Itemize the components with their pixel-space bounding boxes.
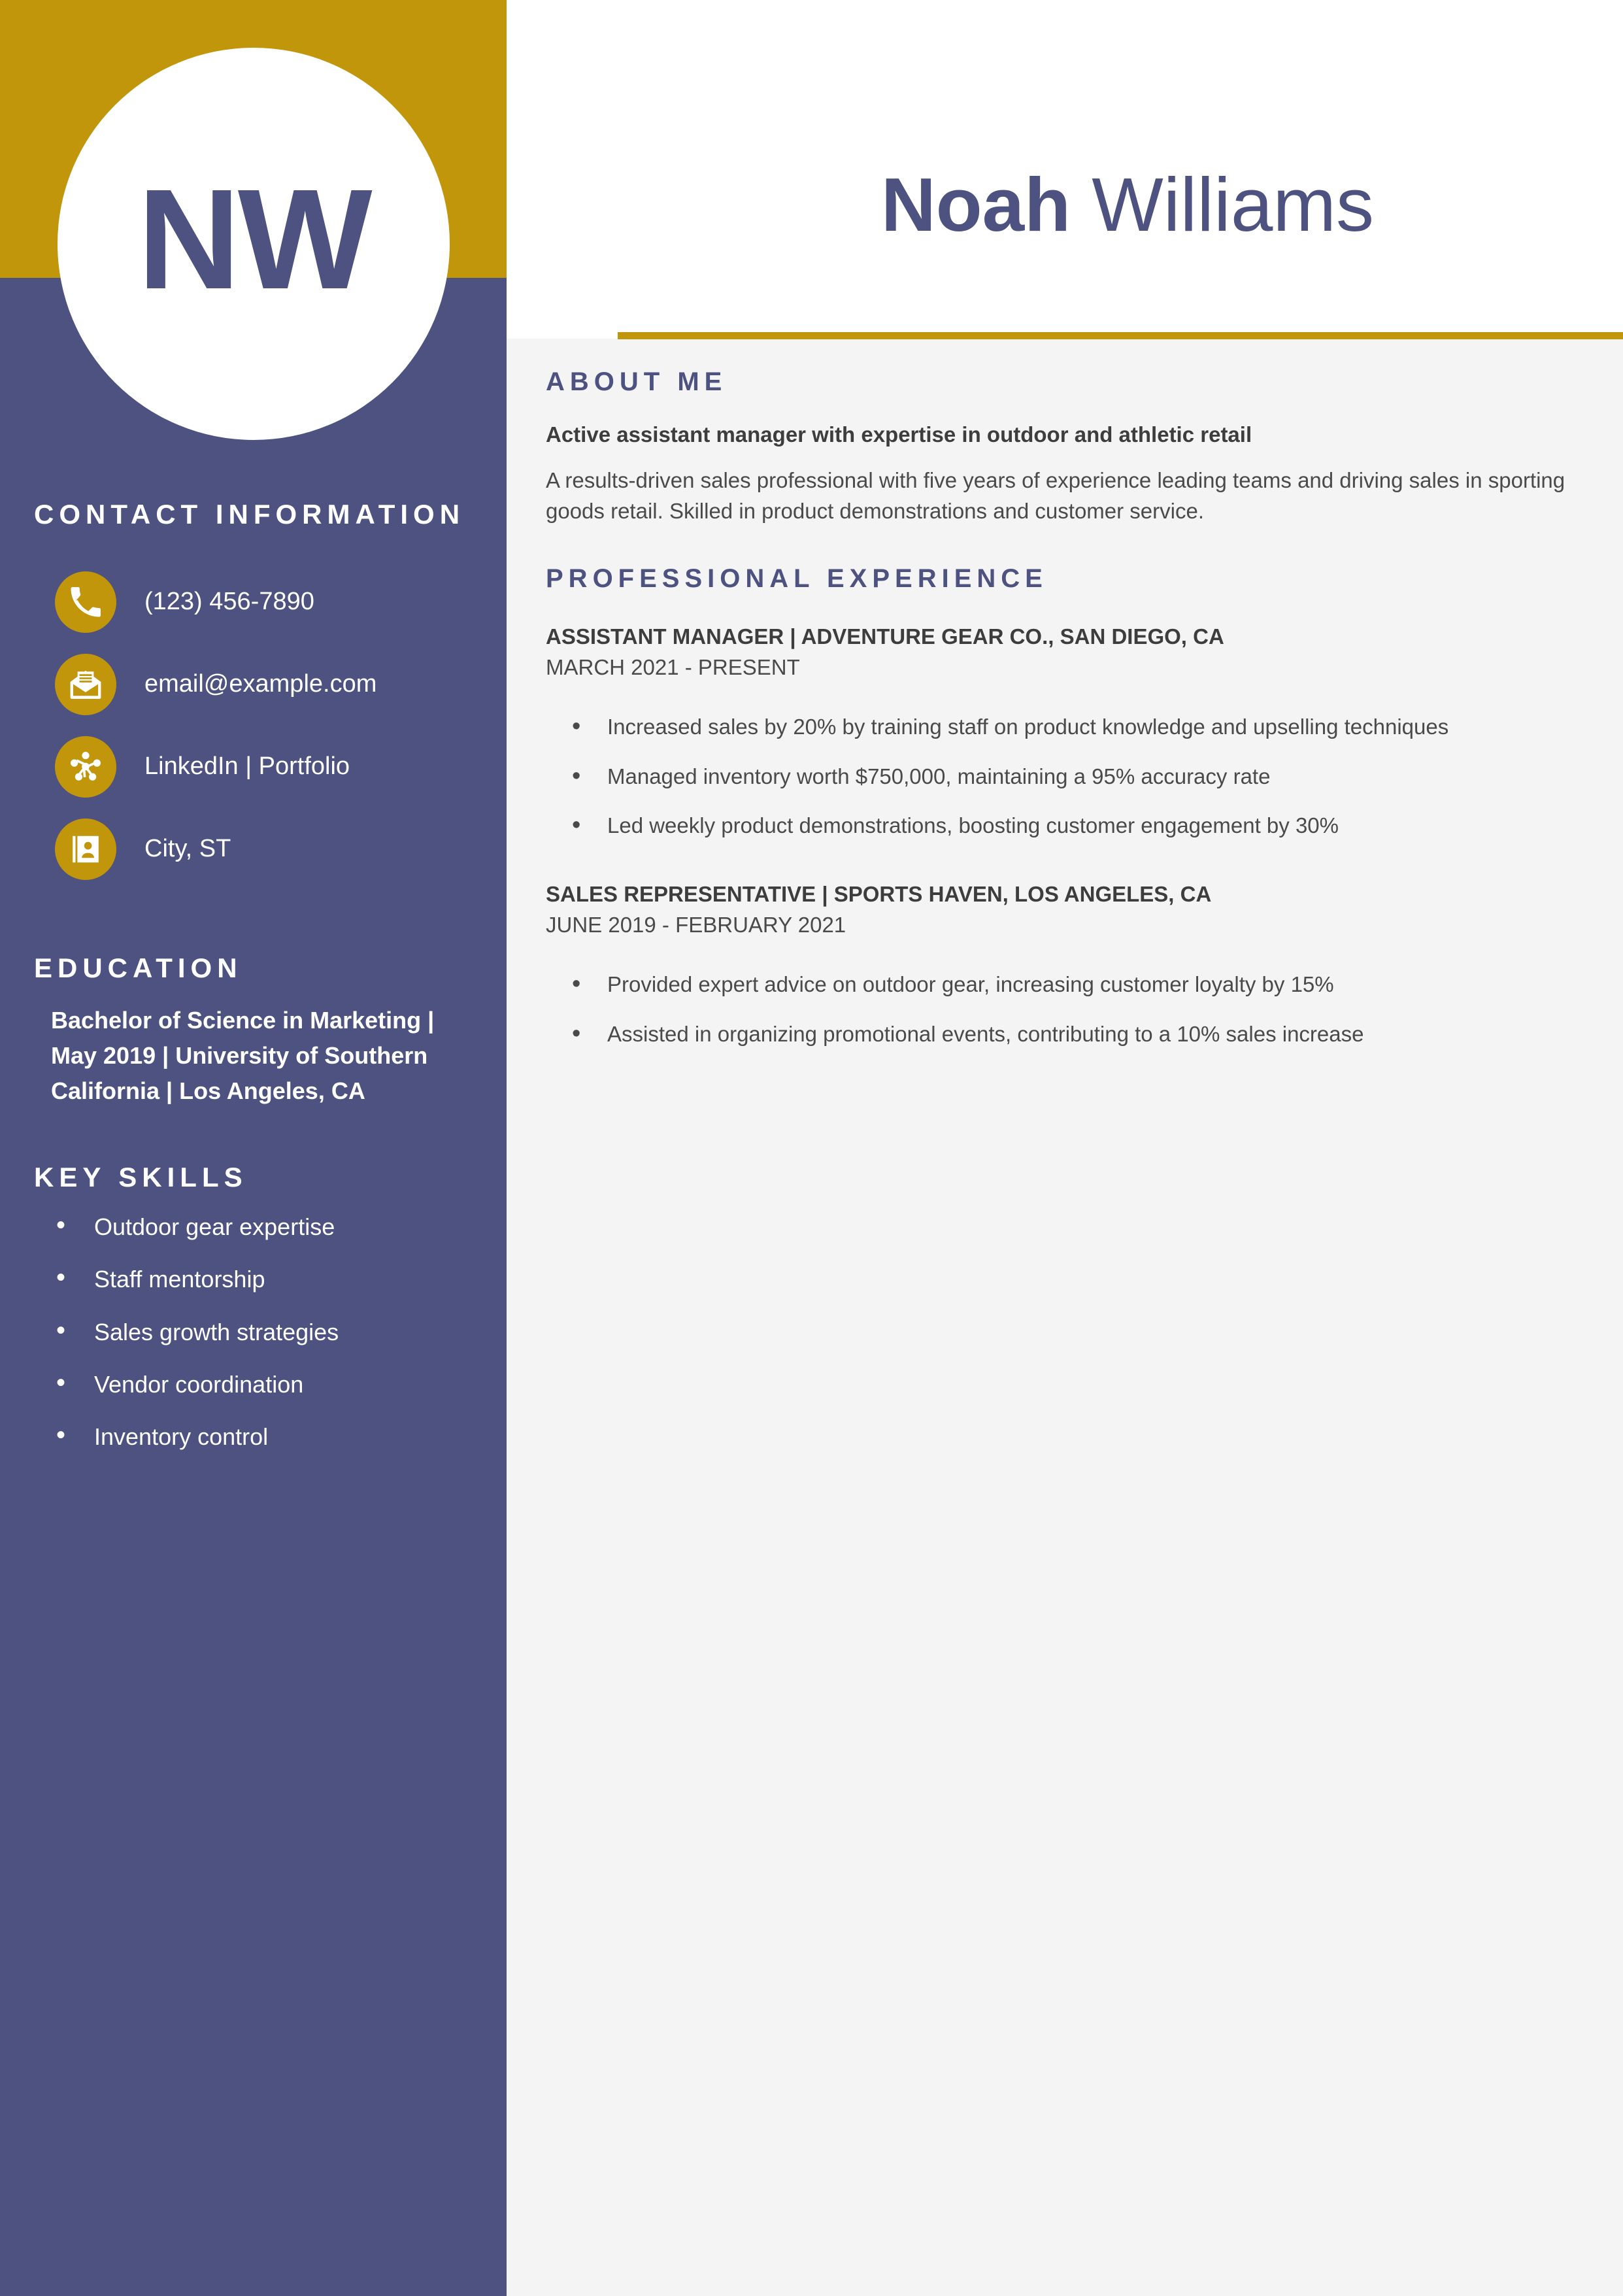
list-item: Managed inventory worth $750,000, mainta… xyxy=(572,758,1487,794)
contact-information-heading: CONTACT INFORMATION xyxy=(34,499,465,530)
contact-item-location[interactable]: City, ST xyxy=(0,808,507,890)
experience-entry-2: SALES REPRESENTATIVE | SPORTS HAVEN, LOS… xyxy=(546,881,1584,1052)
contact-item-email[interactable]: email@example.com xyxy=(0,643,507,726)
education-entry: Bachelor of Science in Marketing | May 2… xyxy=(51,1006,435,1104)
job-title: ASSISTANT MANAGER | ADVENTURE GEAR CO., … xyxy=(546,624,1224,649)
professional-experience-heading: PROFESSIONAL EXPERIENCE xyxy=(546,564,1048,594)
network-icon xyxy=(55,735,116,798)
list-item: Inventory control xyxy=(56,1419,507,1451)
main-column: Noah Williams ABOUT ME Active assistant … xyxy=(507,0,1623,2296)
phone-icon xyxy=(55,571,116,633)
list-item: Provided expert advice on outdoor gear, … xyxy=(572,966,1487,1002)
list-item: Staff mentorship xyxy=(56,1262,507,1293)
job-dates: MARCH 2021 - PRESENT xyxy=(546,654,800,679)
main-sections: ABOUT ME Active assistant manager with e… xyxy=(507,339,1623,1068)
list-item: Led weekly product demonstrations, boost… xyxy=(572,807,1487,843)
key-skills-list: Outdoor gear expertise Staff mentorship … xyxy=(0,1209,507,1451)
contact-item-phone[interactable]: (123) 456-7890 xyxy=(0,561,507,643)
list-item: Increased sales by 20% by training staff… xyxy=(572,709,1487,745)
contact-value-phone: (123) 456-7890 xyxy=(144,587,314,615)
list-item: Assisted in organizing promotional event… xyxy=(572,1016,1487,1052)
about-me-tagline: Active assistant manager with expertise … xyxy=(546,422,1252,447)
avatar: NW xyxy=(58,48,450,440)
contact-value-location: City, ST xyxy=(144,834,231,862)
list-item: Vendor coordination xyxy=(56,1367,507,1398)
about-me-heading: ABOUT ME xyxy=(546,367,728,396)
last-name: Williams xyxy=(1092,162,1374,247)
first-name: Noah xyxy=(881,162,1071,247)
page-title: Noah Williams xyxy=(618,167,1623,243)
avatar-initials: NW xyxy=(137,160,372,319)
job-dates: JUNE 2019 - FEBRUARY 2021 xyxy=(546,912,846,937)
sidebar: NW CONTACT INFORMATION (123) 456-7890 em… xyxy=(0,0,507,2296)
job-bullets: Increased sales by 20% by training staff… xyxy=(546,709,1584,844)
experience-entry-1: ASSISTANT MANAGER | ADVENTURE GEAR CO., … xyxy=(546,623,1584,844)
envelope-icon xyxy=(55,653,116,715)
contact-list: (123) 456-7890 email@example.com LinkedI… xyxy=(0,561,507,890)
contact-item-links[interactable]: LinkedIn | Portfolio xyxy=(0,726,507,808)
job-title: SALES REPRESENTATIVE | SPORTS HAVEN, LOS… xyxy=(546,882,1212,907)
address-book-icon xyxy=(55,818,116,880)
contact-value-email: email@example.com xyxy=(144,669,377,698)
about-me-summary: A results-driven sales professional with… xyxy=(546,467,1565,524)
resume-page: NW CONTACT INFORMATION (123) 456-7890 em… xyxy=(0,0,1623,2296)
list-item: Sales growth strategies xyxy=(56,1315,507,1346)
key-skills-heading: KEY SKILLS xyxy=(34,1161,248,1192)
contact-value-links: LinkedIn | Portfolio xyxy=(144,752,350,780)
education-heading: EDUCATION xyxy=(34,952,243,983)
list-item: Outdoor gear expertise xyxy=(56,1209,507,1241)
job-bullets: Provided expert advice on outdoor gear, … xyxy=(546,966,1584,1052)
sidebar-content: CONTACT INFORMATION (123) 456-7890 email… xyxy=(0,497,507,1475)
